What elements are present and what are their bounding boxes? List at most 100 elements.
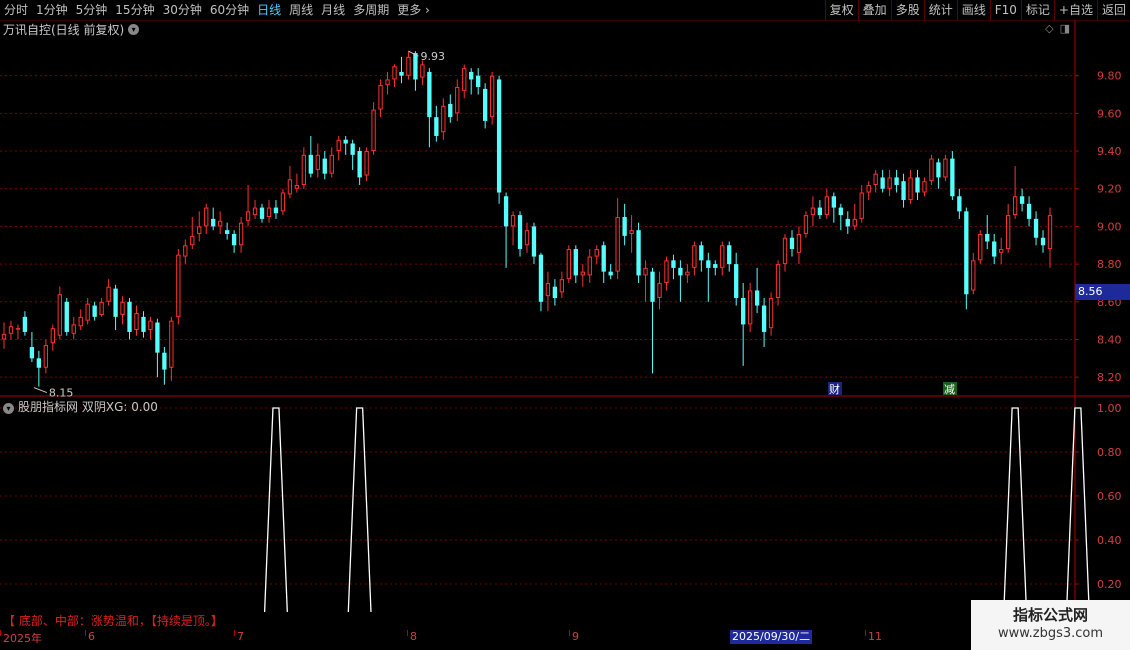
- candle-body-88: [615, 217, 620, 272]
- candle-body-13: [92, 305, 97, 317]
- toolbar-button-5[interactable]: F10: [989, 0, 1021, 20]
- candle-body-34: [238, 222, 244, 246]
- diamond-icon[interactable]: ◇: [1045, 22, 1053, 35]
- candle-body-145: [1012, 196, 1018, 216]
- candle-body-59: [413, 53, 418, 80]
- period-tab-2[interactable]: 5分钟: [72, 0, 112, 20]
- candle-body-57: [399, 71, 404, 76]
- x-axis-tick-3: [407, 630, 408, 636]
- candle-body-28: [197, 226, 202, 234]
- x-axis-label-6: 11: [868, 630, 882, 643]
- candle-body-80: [559, 279, 565, 293]
- period-tab-3[interactable]: 15分钟: [111, 0, 158, 20]
- candle-body-139: [971, 260, 976, 291]
- toolbar-button-8[interactable]: 返回: [1096, 0, 1130, 20]
- chart-window-icons: ◇ ◨: [1039, 22, 1070, 35]
- period-tab-9[interactable]: 多周期: [349, 0, 393, 20]
- candle-body-98: [685, 271, 690, 276]
- y-tick-label-7: 8.40: [1097, 333, 1122, 346]
- candle-body-60: [420, 64, 425, 78]
- candle-body-44: [308, 154, 313, 174]
- candle-body-53: [371, 109, 376, 152]
- candle-body-133: [929, 158, 934, 182]
- candle-body-84: [587, 256, 592, 276]
- period-tab-10[interactable]: 更多 ›: [393, 0, 434, 20]
- candle-body-18: [127, 301, 132, 332]
- candle-body-47: [329, 154, 334, 174]
- candle-body-118: [824, 196, 830, 216]
- candle-body-11: [78, 316, 83, 327]
- candle-body-25: [176, 254, 181, 317]
- candle-body-23: [162, 352, 167, 370]
- candle-body-33: [231, 233, 237, 246]
- toolbar-button-2[interactable]: 多股: [890, 0, 924, 20]
- ind-y-tick-label-0: 1.00: [1097, 402, 1122, 415]
- candle-body-20: [141, 316, 146, 332]
- candle-body-2: [15, 328, 21, 330]
- toolbar-button-0[interactable]: 复权: [824, 0, 858, 20]
- period-tab-5[interactable]: 60分钟: [206, 0, 253, 20]
- candle-body-8: [57, 294, 62, 336]
- candle-body-147: [1026, 203, 1032, 219]
- x-axis-tick-4: [569, 630, 570, 636]
- period-tab-0[interactable]: 分时: [0, 0, 32, 20]
- low-pointer: [33, 387, 48, 394]
- candle-body-12: [85, 303, 90, 321]
- candle-body-64: [448, 103, 453, 118]
- candle-body-67: [469, 71, 474, 80]
- candle-body-130: [908, 177, 913, 201]
- period-tab-7[interactable]: 周线: [285, 0, 317, 20]
- main-chart-title-row: 万讯自控(日线 前复权) ▾: [0, 20, 140, 38]
- candle-body-143: [999, 249, 1004, 253]
- candle-body-112: [782, 237, 788, 265]
- x-axis-label-2: 7: [237, 630, 244, 643]
- candle-body-114: [796, 233, 802, 253]
- candle-body-135: [943, 158, 948, 178]
- indicator-signal-line: [263, 407, 1090, 612]
- watermark-url: www.zbgs3.com: [997, 626, 1104, 641]
- toolbar-button-1[interactable]: 叠加: [857, 0, 891, 20]
- chevron-down-icon[interactable]: ▾: [128, 23, 140, 35]
- candle-body-38: [266, 207, 272, 218]
- candle-body-127: [887, 177, 892, 189]
- candle-body-15: [106, 286, 111, 302]
- candle-body-149: [1040, 237, 1046, 246]
- candle-body-63: [441, 105, 446, 133]
- date-axis: 2025年67891011: [0, 630, 1075, 645]
- candle-body-137: [957, 196, 962, 212]
- y-tick-label-2: 9.40: [1097, 145, 1122, 158]
- candle-body-117: [817, 207, 823, 216]
- candle-body-70: [489, 75, 495, 118]
- watermark-title: 指标公式网: [1012, 606, 1088, 624]
- candle-body-78: [545, 282, 551, 297]
- chevron-down-icon[interactable]: ▾: [3, 403, 14, 414]
- y-tick-label-4: 9.00: [1097, 220, 1122, 233]
- toolbar-button-7[interactable]: +自选: [1053, 0, 1097, 20]
- candle-body-41: [287, 179, 293, 195]
- candle-body-43: [301, 154, 307, 185]
- candle-body-102: [713, 264, 718, 268]
- ind-y-tick-label-4: 0.20: [1097, 578, 1122, 591]
- toolbar-button-4[interactable]: 画线: [956, 0, 990, 20]
- candle-body-94: [657, 282, 662, 299]
- candle-body-61: [427, 71, 432, 118]
- candle-body-74: [517, 215, 523, 250]
- candle-body-29: [204, 207, 209, 227]
- panel-toggle-icon[interactable]: ◨: [1060, 22, 1070, 35]
- period-tab-8[interactable]: 月线: [317, 0, 349, 20]
- candlestick-chart[interactable]: 9.809.609.409.209.008.808.608.408.209.93…: [0, 0, 1130, 612]
- x-axis-label-4: 9: [572, 630, 579, 643]
- toolbar-button-3[interactable]: 统计: [923, 0, 957, 20]
- high-pointer: [408, 50, 419, 57]
- candle-body-104: [727, 245, 732, 265]
- candle-body-72: [503, 196, 509, 227]
- toolbar-actions: 复权 叠加 多股 统计 画线 F10 标记 +自选 返回: [824, 0, 1130, 20]
- candle-body-26: [183, 245, 188, 257]
- toolbar-button-6[interactable]: 标记: [1020, 0, 1054, 20]
- candle-body-106: [741, 298, 746, 325]
- candle-body-142: [992, 241, 997, 257]
- period-tab-4[interactable]: 30分钟: [159, 0, 206, 20]
- candle-body-144: [1005, 215, 1011, 250]
- period-tab-1[interactable]: 1分钟: [32, 0, 72, 20]
- period-tab-6[interactable]: 日线: [253, 0, 285, 20]
